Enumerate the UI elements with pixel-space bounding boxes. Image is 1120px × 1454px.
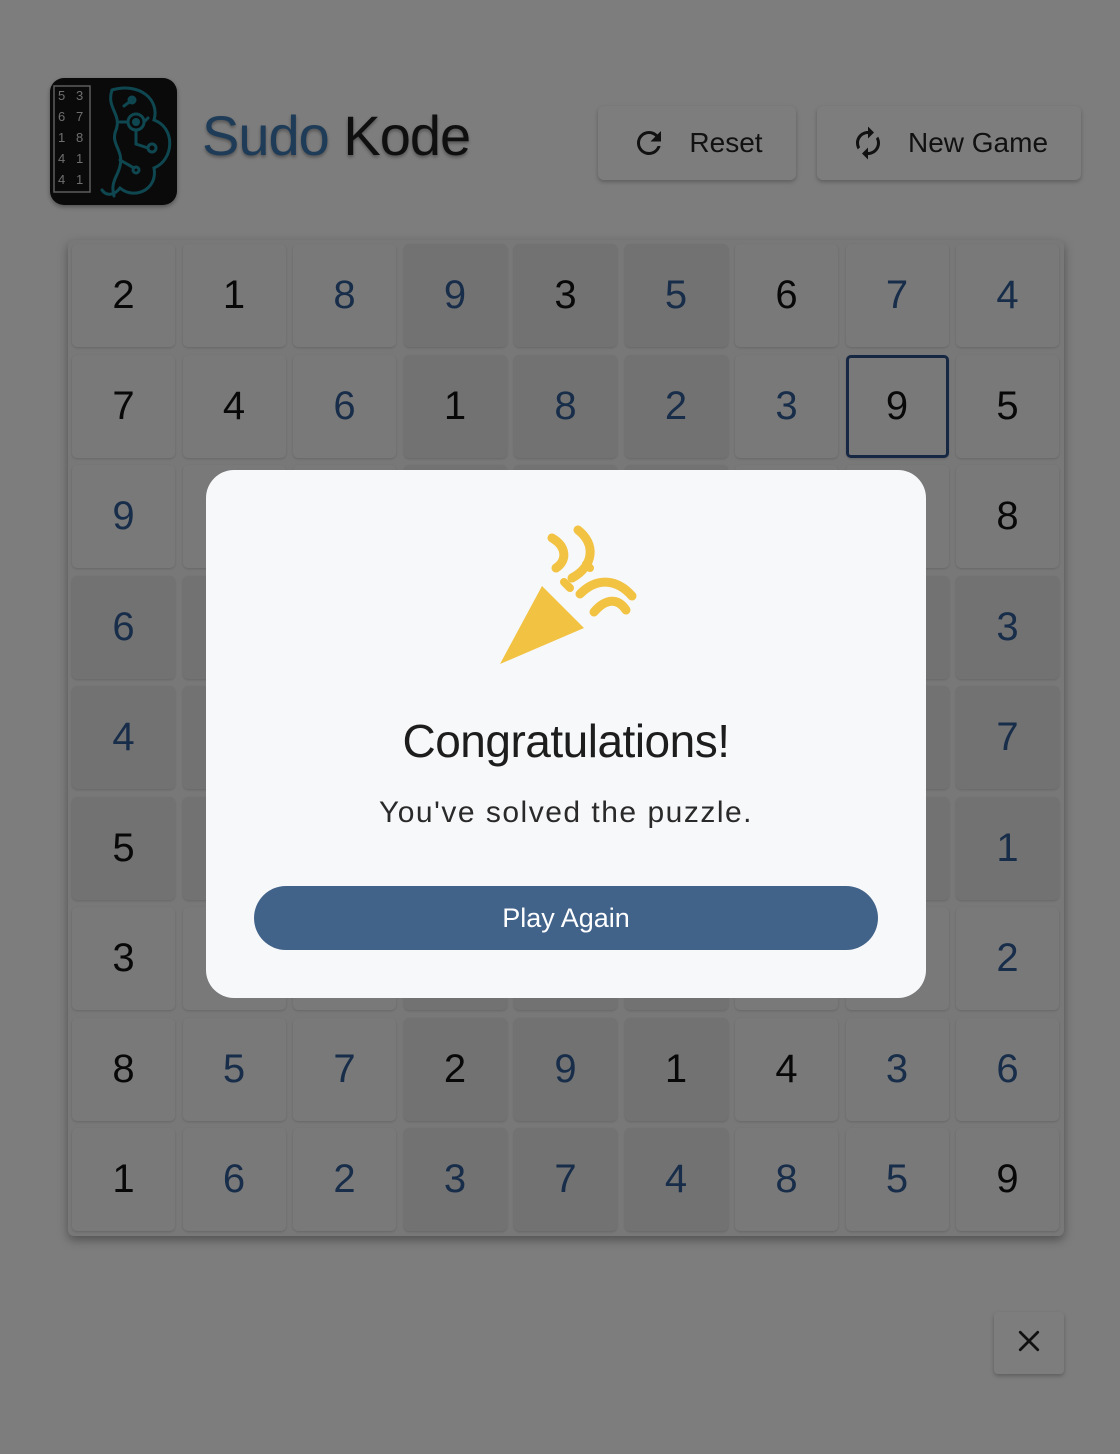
- dialog-message: You've solved the puzzle.: [378, 796, 754, 829]
- party-popper-icon: [498, 522, 658, 677]
- app: 5367184141 Sudo Kode Reset New Ga: [0, 0, 1120, 1454]
- play-again-button[interactable]: Play Again: [254, 886, 878, 950]
- dialog-title: Congratulations!: [402, 715, 730, 767]
- success-dialog: Congratulations! You've solved the puzzl…: [206, 470, 926, 998]
